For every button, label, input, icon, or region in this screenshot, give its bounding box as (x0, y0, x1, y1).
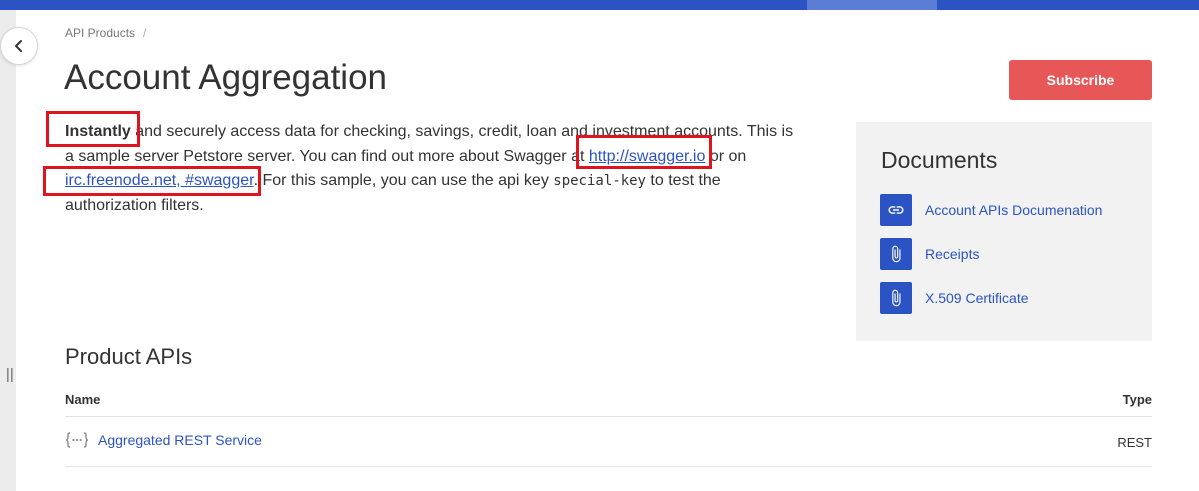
column-header-name: Name (65, 392, 101, 407)
product-description: Instantly and securely access data for c… (65, 120, 805, 218)
document-item-x509-certificate[interactable]: X.509 Certificate (880, 282, 1029, 314)
irc-link[interactable]: irc.freenode.net, #swagger (65, 172, 254, 189)
breadcrumb-separator: / (143, 26, 147, 40)
product-apis-title: Product APIs (65, 344, 193, 369)
left-rail (0, 10, 16, 491)
api-link-aggregated-rest-service[interactable]: Aggregated REST Service (65, 432, 262, 448)
api-type: REST (1117, 435, 1152, 450)
swagger-link[interactable]: http://swagger.io (589, 148, 706, 165)
breadcrumb-api-products[interactable]: API Products (65, 26, 135, 40)
top-nav-active-tab[interactable] (807, 0, 937, 10)
documents-title: Documents (881, 147, 998, 173)
collapse-sidebar-button[interactable] (0, 27, 38, 65)
table-row: Aggregated REST Service REST (65, 418, 1152, 466)
documents-panel: Documents Account APIs Documenation Rece… (856, 122, 1152, 341)
link-icon (880, 194, 912, 226)
document-item-receipts[interactable]: Receipts (880, 238, 979, 270)
chevron-left-icon (15, 40, 22, 52)
document-label: Account APIs Documenation (925, 202, 1103, 218)
api-name: Aggregated REST Service (98, 432, 262, 448)
document-label: Receipts (925, 246, 980, 262)
paperclip-icon (880, 238, 912, 270)
breadcrumb: API Products / (65, 26, 146, 40)
api-key-code: special-key (553, 173, 646, 189)
page-title: Account Aggregation (64, 58, 388, 97)
table-header-divider (65, 416, 1152, 417)
document-item-account-apis[interactable]: Account APIs Documenation (880, 194, 1102, 226)
top-nav-bar (0, 0, 1199, 10)
drag-handle-icon[interactable] (7, 368, 13, 382)
description-bold: Instantly (65, 123, 131, 140)
description-text-2: or on (705, 147, 747, 165)
column-header-type: Type (1122, 392, 1152, 407)
description-text-3: . For this sample, you can use the api k… (253, 172, 554, 189)
table-row-divider (65, 466, 1152, 467)
document-label: X.509 Certificate (925, 290, 1029, 306)
paperclip-icon (880, 282, 912, 314)
subscribe-button[interactable]: Subscribe (1009, 60, 1152, 100)
curly-braces-icon (65, 432, 89, 448)
